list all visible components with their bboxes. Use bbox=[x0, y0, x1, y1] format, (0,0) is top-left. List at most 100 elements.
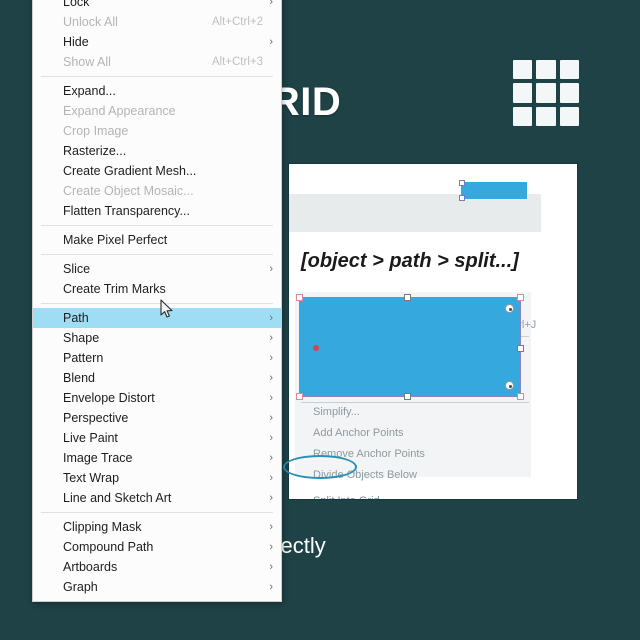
chevron-right-icon: › bbox=[269, 312, 273, 324]
chevron-right-icon: › bbox=[269, 0, 273, 8]
chevron-right-icon: › bbox=[269, 432, 273, 444]
menu-item-label: Artboards bbox=[63, 560, 118, 574]
menu-item-label: Perspective bbox=[63, 411, 129, 425]
submenu-label: Split Into Grid... bbox=[313, 495, 389, 499]
object-context-menu[interactable]: Lock › Unlock All Alt+Ctrl+2 Hide › Show All Al… bbox=[32, 0, 282, 602]
chevron-right-icon: › bbox=[269, 452, 273, 464]
grid-cell bbox=[536, 60, 556, 80]
grid-cell bbox=[559, 83, 579, 103]
menu-item-label: Show All bbox=[63, 55, 111, 69]
menu-item-perspective[interactable]: Perspective › bbox=[33, 408, 281, 428]
menu-item-lock[interactable]: Lock › bbox=[33, 0, 281, 12]
screenshot-heading: [object > path > split...] bbox=[301, 250, 519, 272]
menu-item-shape[interactable]: Shape › bbox=[33, 328, 281, 348]
menu-item-make-pixel-perfect[interactable]: Make Pixel Perfect bbox=[33, 230, 281, 250]
submenu-label: Simplify... bbox=[313, 406, 360, 418]
grid-cell bbox=[559, 106, 579, 126]
chevron-right-icon: › bbox=[269, 36, 273, 48]
menu-separator bbox=[41, 512, 273, 513]
menu-item-label: Text Wrap bbox=[63, 471, 120, 485]
menu-item-image-trace[interactable]: Image Trace › bbox=[33, 448, 281, 468]
screenshot-panel: [object > path > split...] Join Ctrl+J A… bbox=[288, 163, 578, 500]
submenu-item-add-anchor-points[interactable]: Add Anchor Points bbox=[313, 427, 404, 439]
menu-item-label: Flatten Transparency... bbox=[63, 204, 190, 218]
chevron-right-icon: › bbox=[269, 412, 273, 424]
grid-cell bbox=[513, 106, 533, 126]
menu-item-artboards[interactable]: Artboards › bbox=[33, 557, 281, 577]
submenu-item-split-into-grid[interactable]: Split Into Grid... bbox=[313, 495, 389, 499]
submenu-item-simplify[interactable]: Simplify... bbox=[313, 406, 360, 418]
menu-item-label: Graph bbox=[63, 580, 98, 594]
rotate-widget-tr[interactable] bbox=[505, 304, 514, 313]
resize-handle-tl[interactable] bbox=[296, 294, 303, 301]
menu-item-envelope-distort[interactable]: Envelope Distort › bbox=[33, 388, 281, 408]
resize-handle-mr[interactable] bbox=[517, 345, 524, 352]
menu-item-label: Create Object Mosaic... bbox=[63, 184, 194, 198]
chevron-right-icon: › bbox=[269, 521, 273, 533]
menu-item-rasterize[interactable]: Rasterize... bbox=[33, 141, 281, 161]
menu-separator bbox=[41, 225, 273, 226]
menu-item-compound-path[interactable]: Compound Path › bbox=[33, 537, 281, 557]
chevron-right-icon: › bbox=[269, 352, 273, 364]
menu-item-create-gradient-mesh[interactable]: Create Gradient Mesh... bbox=[33, 161, 281, 181]
chevron-right-icon: › bbox=[269, 372, 273, 384]
menu-item-label: Live Paint bbox=[63, 431, 118, 445]
submenu-separator bbox=[301, 402, 529, 403]
menu-item-label: Slice bbox=[63, 262, 91, 276]
menu-item-live-paint[interactable]: Live Paint › bbox=[33, 428, 281, 448]
menu-separator bbox=[41, 76, 273, 77]
menu-separator bbox=[41, 303, 273, 304]
menu-item-label: Crop Image bbox=[63, 124, 129, 138]
grid-cell bbox=[513, 60, 533, 80]
menu-item-flatten-transparency[interactable]: Flatten Transparency... bbox=[33, 201, 281, 221]
menu-item-text-wrap[interactable]: Text Wrap › bbox=[33, 468, 281, 488]
menu-item-label: Create Trim Marks bbox=[63, 282, 166, 296]
resize-handle-br[interactable] bbox=[517, 393, 524, 400]
grid-cell bbox=[513, 83, 533, 103]
chevron-right-icon: › bbox=[269, 263, 273, 275]
rotate-widget-br[interactable] bbox=[505, 381, 514, 390]
menu-separator bbox=[41, 254, 273, 255]
menu-item-unlock-all[interactable]: Unlock All Alt+Ctrl+2 bbox=[33, 12, 281, 32]
menu-item-line-and-sketch-art[interactable]: Line and Sketch Art › bbox=[33, 488, 281, 508]
menu-item-pattern[interactable]: Pattern › bbox=[33, 348, 281, 368]
menu-item-label: Path bbox=[63, 311, 89, 325]
menu-item-label: Create Gradient Mesh... bbox=[63, 164, 197, 178]
menu-item-expand-appearance[interactable]: Expand Appearance bbox=[33, 101, 281, 121]
menu-item-path[interactable]: Path › bbox=[33, 308, 281, 328]
menu-item-shortcut: Alt+Ctrl+3 bbox=[211, 56, 263, 68]
menu-item-expand[interactable]: Expand... bbox=[33, 81, 281, 101]
annotation-dot bbox=[313, 345, 319, 351]
menu-item-label: Lock bbox=[63, 0, 90, 9]
menu-item-create-trim-marks[interactable]: Create Trim Marks bbox=[33, 279, 281, 299]
menu-item-label: Image Trace bbox=[63, 451, 133, 465]
resize-handle-tc[interactable] bbox=[404, 294, 411, 301]
chevron-right-icon: › bbox=[269, 332, 273, 344]
resize-handle-bl[interactable] bbox=[296, 393, 303, 400]
grid-cell bbox=[536, 106, 556, 126]
menu-item-show-all[interactable]: Show All Alt+Ctrl+3 bbox=[33, 52, 281, 72]
slide-canvas: O GRID ting layouts with perfectly ers. … bbox=[0, 0, 640, 640]
menu-item-blend[interactable]: Blend › bbox=[33, 368, 281, 388]
menu-item-create-object-mosaic[interactable]: Create Object Mosaic... bbox=[33, 181, 281, 201]
grid-cell bbox=[536, 83, 556, 103]
selected-shape-top[interactable] bbox=[459, 180, 527, 201]
resize-handle-tr[interactable] bbox=[517, 294, 524, 301]
menu-item-graph[interactable]: Graph › bbox=[33, 577, 281, 597]
submenu-label: Add Anchor Points bbox=[313, 427, 404, 439]
selected-object-rect[interactable] bbox=[296, 294, 524, 400]
menu-item-label: Compound Path bbox=[63, 540, 154, 554]
menu-item-crop-image[interactable]: Crop Image bbox=[33, 121, 281, 141]
chevron-right-icon: › bbox=[269, 492, 273, 504]
menu-item-slice[interactable]: Slice › bbox=[33, 259, 281, 279]
menu-item-label: Hide bbox=[63, 35, 89, 49]
menu-item-hide[interactable]: Hide › bbox=[33, 32, 281, 52]
resize-handle-bc[interactable] bbox=[404, 393, 411, 400]
grid-cell bbox=[559, 60, 579, 80]
menu-item-clipping-mask[interactable]: Clipping Mask › bbox=[33, 517, 281, 537]
menu-item-label: Blend bbox=[63, 371, 95, 385]
menu-item-label: Envelope Distort bbox=[63, 391, 155, 405]
chevron-right-icon: › bbox=[269, 472, 273, 484]
menu-item-shortcut: Alt+Ctrl+2 bbox=[211, 16, 263, 28]
chevron-right-icon: › bbox=[269, 581, 273, 593]
